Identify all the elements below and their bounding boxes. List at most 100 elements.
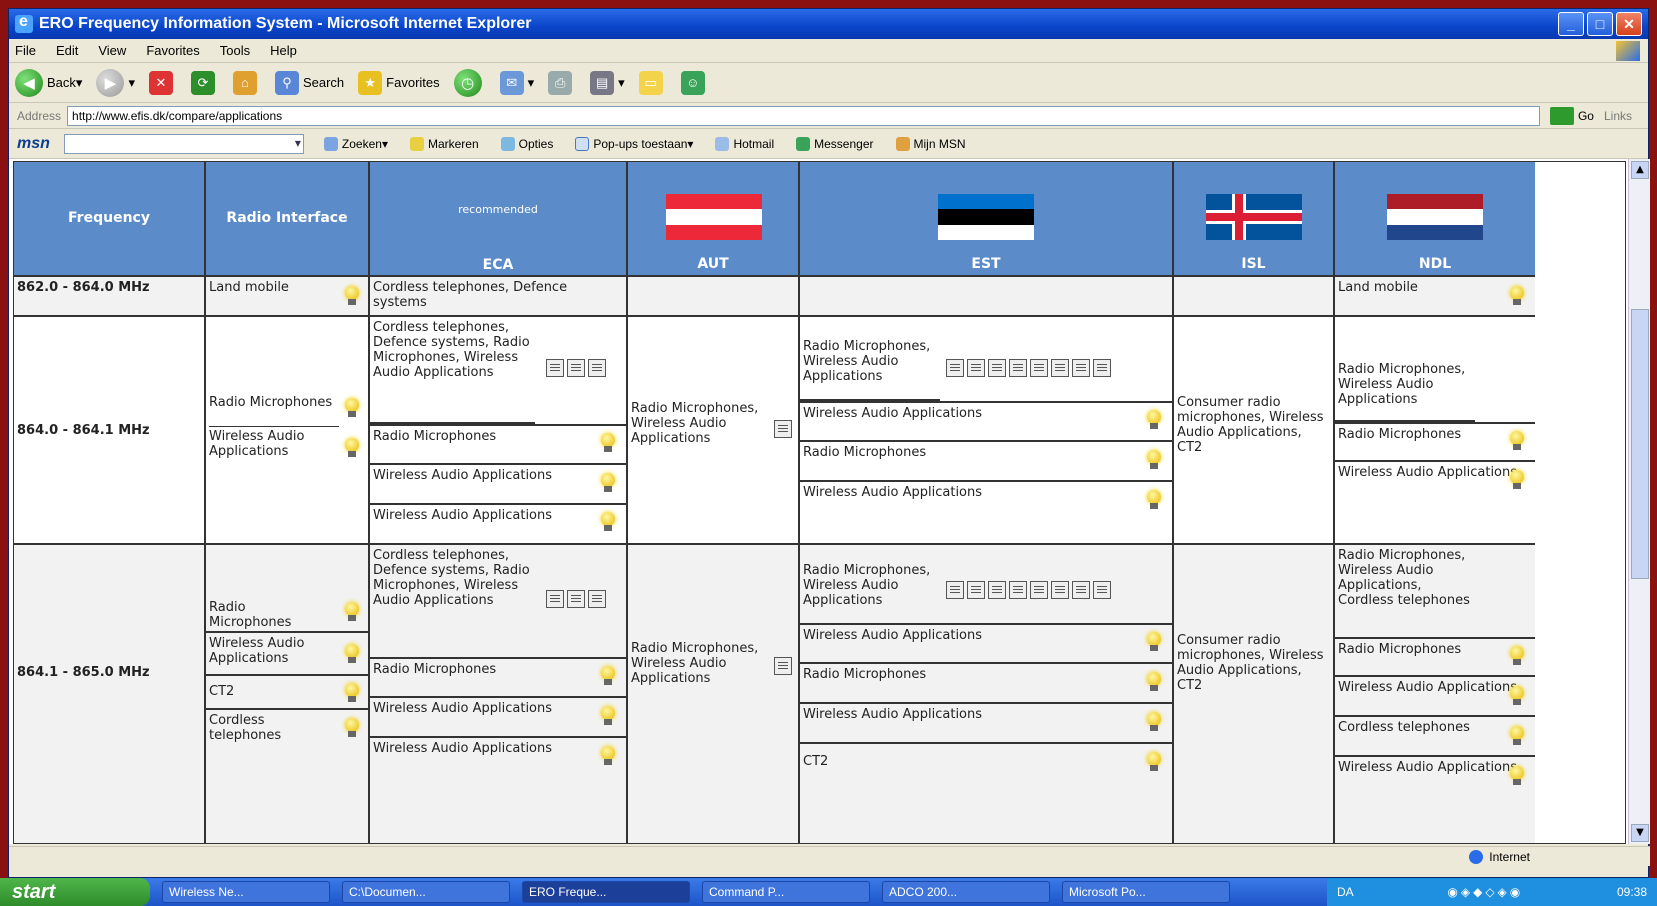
document-icon[interactable] [1009,581,1027,599]
document-icon[interactable] [1072,581,1090,599]
document-icon[interactable] [988,581,1006,599]
scroll-up-arrow-icon[interactable]: ▲ [1631,161,1649,179]
back-button[interactable]: ◀ Back ▾ [15,68,82,97]
menu-file[interactable]: File [15,43,36,58]
bulb-icon[interactable] [340,599,364,625]
document-icon[interactable] [946,581,964,599]
document-icon[interactable] [1009,359,1027,377]
highlight-button[interactable]: Markeren [409,136,479,151]
task-powerpoint[interactable]: Microsoft Po... [1062,881,1230,903]
bulb-icon[interactable] [1142,709,1166,735]
home-button[interactable]: ⌂ [232,70,261,95]
document-icon[interactable] [774,420,792,438]
bulb-icon[interactable] [1142,669,1166,695]
address-input[interactable]: http://www.efis.dk/compare/applications [67,105,1540,126]
language-indicator[interactable]: DA [1337,885,1354,899]
document-icon[interactable] [588,359,606,377]
document-icon[interactable] [567,359,585,377]
search-button[interactable]: ⚲ Search [274,70,344,95]
document-icon[interactable] [988,359,1006,377]
document-icon[interactable] [588,590,606,608]
vertical-scrollbar[interactable]: ▲ ▼ [1628,159,1650,844]
bulb-icon[interactable] [340,435,364,461]
bulb-icon[interactable] [1505,763,1529,789]
mail-button[interactable]: ✉ ▾ [499,70,534,95]
forward-button[interactable]: ▶ ▾ [96,68,135,97]
bulb-icon[interactable] [596,509,620,535]
links-label[interactable]: Links [1604,109,1632,123]
document-icon[interactable] [1051,359,1069,377]
document-icon[interactable] [1051,581,1069,599]
refresh-button[interactable]: ⟳ [190,70,219,95]
document-icon[interactable] [546,359,564,377]
history-button[interactable]: ◷ [453,68,486,97]
task-ero[interactable]: ERO Freque... [522,881,690,903]
msn-search-input[interactable] [63,133,304,154]
close-button[interactable]: ✕ [1616,12,1642,36]
start-button[interactable]: start [0,878,150,906]
menu-edit[interactable]: Edit [56,43,78,58]
bulb-icon[interactable] [1142,487,1166,513]
document-icon[interactable] [546,590,564,608]
discuss-button[interactable]: ▭ [638,70,667,95]
menu-help[interactable]: Help [270,43,297,58]
task-wireless[interactable]: Wireless Ne... [162,881,330,903]
bulb-icon[interactable] [1505,723,1529,749]
row3-est-item: Radio Microphones [800,664,1172,704]
go-button[interactable]: Go [1549,106,1594,125]
bulb-icon[interactable] [1505,467,1529,493]
scrollbar-thumb[interactable] [1631,309,1649,579]
bulb-icon[interactable] [1505,283,1529,309]
bulb-icon[interactable] [596,663,620,689]
bulb-icon[interactable] [340,395,364,421]
menu-tools[interactable]: Tools [220,43,250,58]
row1-est [800,277,1174,317]
bulb-icon[interactable] [1142,407,1166,433]
maximize-button[interactable]: □ [1587,12,1613,36]
document-icon[interactable] [1030,359,1048,377]
bulb-icon[interactable] [1142,629,1166,655]
messenger-link[interactable]: Messenger [796,136,874,151]
task-documents[interactable]: C:\Documen... [342,881,510,903]
print-button[interactable]: ⎙ [548,70,576,95]
edit-button[interactable]: ▤ ▾ [590,70,625,95]
bulb-icon[interactable] [596,743,620,769]
messenger-button[interactable]: ☺ [680,70,709,95]
bulb-icon[interactable] [1505,643,1529,669]
document-icon[interactable] [1093,581,1111,599]
bulb-icon[interactable] [596,703,620,729]
bulb-icon[interactable] [1505,428,1529,454]
minimize-button[interactable]: _ [1558,12,1584,36]
bulb-icon[interactable] [596,470,620,496]
bulb-icon[interactable] [1142,749,1166,775]
scroll-down-arrow-icon[interactable]: ▼ [1631,824,1649,842]
task-command[interactable]: Command P... [702,881,870,903]
menu-view[interactable]: View [98,43,126,58]
bulb-icon[interactable] [340,715,364,741]
document-icon[interactable] [967,581,985,599]
favorites-button[interactable]: ★ Favorites [358,70,440,95]
menu-favorites[interactable]: Favorites [146,43,199,58]
document-icon[interactable] [1093,359,1111,377]
document-icon[interactable] [1072,359,1090,377]
bulb-icon[interactable] [596,430,620,456]
msn-search-button[interactable]: Zoeken ▾ [323,136,388,151]
bulb-icon[interactable] [340,680,364,706]
document-icon[interactable] [567,590,585,608]
bulb-icon[interactable] [340,641,364,667]
task-adco[interactable]: ADCO 200... [882,881,1050,903]
stop-button[interactable]: ✕ [148,70,177,95]
document-icon[interactable] [774,657,792,675]
bulb-icon[interactable] [1505,683,1529,709]
popup-button[interactable]: Pop-ups toestaan ▾ [575,136,693,151]
options-button[interactable]: Opties [500,136,553,151]
bulb-icon[interactable] [1142,447,1166,473]
my-msn-link[interactable]: Mijn MSN [895,136,966,151]
bulb-icon[interactable] [340,283,364,309]
document-icon[interactable] [1030,581,1048,599]
row2-isl: Consumer radio microphones, Wireless Aud… [1174,317,1335,545]
document-icon[interactable] [967,359,985,377]
document-icon[interactable] [946,359,964,377]
hotmail-button[interactable]: Hotmail [715,136,774,151]
row1-aut [628,277,800,317]
